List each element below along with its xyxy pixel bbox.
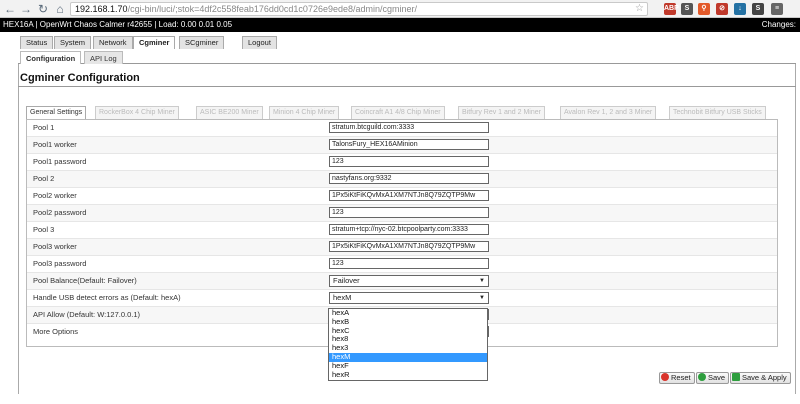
form-row-usb-errors: Handle USB detect errors as (Default: he… [27, 290, 777, 307]
section-tab-technobit[interactable]: Technobit Bitfury USB Sticks [669, 106, 766, 119]
dropdown-option[interactable]: hexB [329, 317, 487, 327]
menu-tab-status[interactable]: Status [20, 36, 54, 49]
api-allow-label: API Allow (Default: W:127.0.0.1) [33, 310, 140, 319]
pool3-worker-input[interactable]: 1Px5iKtFiKQvMxA1XM7NTJn8Q79ZQTP9Mw [329, 241, 489, 252]
dropdown-option-selected[interactable]: hexM [329, 352, 487, 362]
save-apply-label: Save & Apply [742, 373, 787, 382]
form-row-pool3: Pool 3 stratum+tcp://nyc-02.btcpoolparty… [27, 222, 777, 239]
dropdown-option[interactable]: hexF [329, 361, 487, 371]
section-tab-avalon[interactable]: Avalon Rev 1, 2 and 3 Miner [560, 106, 657, 119]
section-tab-bitfury[interactable]: Bitfury Rev 1 and 2 Miner [458, 106, 545, 119]
page-title: Cgminer Configuration [20, 72, 140, 84]
section-tab-minion[interactable]: Minion 4 Chip Miner [269, 106, 340, 119]
save-icon [698, 373, 706, 381]
search-extension-icon[interactable]: ⚲ [698, 3, 710, 15]
usb-errors-dropdown-list: hexA hexB hexC hex8 hex3 hexM hexF hexR [328, 308, 488, 381]
dropdown-option[interactable]: hex3 [329, 343, 487, 353]
pool1-password-label: Pool1 password [33, 157, 87, 166]
pool1-input[interactable]: stratum.btcguild.com:3333 [329, 122, 489, 133]
browser-toolbar: ← → ↻ ⌂ 192.168.1.70/cgi-bin/luci/;stok=… [0, 0, 800, 18]
pool2-label: Pool 2 [33, 174, 55, 183]
sub-menu: Configuration API Log [18, 51, 796, 64]
header-title: HEX16A | OpenWrt Chaos Calmer r42655 | L… [3, 20, 233, 29]
pool3-password-label: Pool3 password [33, 259, 87, 268]
pool3-worker-label: Pool3 worker [33, 242, 77, 251]
menu-tab-system[interactable]: System [54, 36, 92, 49]
reset-button[interactable]: Reset [659, 372, 695, 384]
back-arrow-icon[interactable]: ← [3, 2, 17, 16]
pool-balance-select[interactable]: Failover ▼ [329, 275, 489, 287]
menu-tab-logout[interactable]: Logout [242, 36, 277, 49]
select-arrow-icon: ▼ [479, 278, 485, 284]
usb-errors-value: hexM [333, 293, 352, 302]
stop-extension-icon[interactable]: ⊘ [716, 3, 728, 15]
home-icon[interactable]: ⌂ [53, 2, 67, 16]
pool2-input[interactable]: nastyfans.org:9332 [329, 173, 489, 184]
reset-label: Reset [671, 373, 691, 382]
bookmark-star-icon[interactable]: ☆ [635, 3, 644, 15]
dropdown-option[interactable]: hexR [329, 370, 487, 380]
menu-tab-cgminer[interactable]: Cgminer [133, 36, 176, 49]
pool2-worker-input[interactable]: 1Px5iKtFiKQvMxA1XM7NTJn8Q79ZQTP9Mw [329, 190, 489, 201]
tab-configuration[interactable]: Configuration [20, 51, 82, 64]
section-tab-general-settings[interactable]: General Settings [26, 106, 87, 119]
form-row-pool2: Pool 2 nastyfans.org:9332 [27, 171, 777, 188]
usb-errors-label: Handle USB detect errors as (Default: he… [33, 293, 181, 302]
pool3-label: Pool 3 [33, 225, 55, 234]
pool1-password-input[interactable]: 123 [329, 156, 489, 167]
more-options-label: More Options [33, 327, 79, 336]
s-extension-icon[interactable]: S [681, 3, 693, 15]
form-row-pool2-password: Pool2 password 123 [27, 205, 777, 222]
s2-extension-icon[interactable]: S [752, 3, 764, 15]
save-apply-icon [732, 373, 740, 381]
usb-errors-select[interactable]: hexM ▼ [329, 292, 489, 304]
section-tab-asic-be200[interactable]: ASIC BE200 Miner [196, 106, 263, 119]
reset-icon [661, 373, 669, 381]
save-button[interactable]: Save [696, 372, 730, 384]
reload-icon[interactable]: ↻ [36, 2, 50, 16]
pool1-label: Pool 1 [33, 123, 55, 132]
section-tab-rockerbox[interactable]: RockerBox 4 Chip Miner [95, 106, 179, 119]
url-host: 192.168.1.70 [75, 4, 128, 14]
pool-balance-value: Failover [333, 276, 360, 285]
select-arrow-icon: ▼ [479, 295, 485, 301]
menu-tab-network[interactable]: Network [93, 36, 133, 49]
form-row-pool1-worker: Pool1 worker TalonsFury_HEX16AMinion [27, 137, 777, 154]
menu-icon[interactable]: ≡ [771, 3, 783, 15]
download-extension-icon[interactable]: ↓ [734, 3, 746, 15]
dropdown-option[interactable]: hex8 [329, 335, 487, 344]
title-divider [18, 86, 796, 87]
main-menu: Status System Network Cgminer SCgminer L… [0, 32, 800, 50]
forward-arrow-icon[interactable]: → [19, 2, 33, 16]
form-row-pool3-worker: Pool3 worker 1Px5iKtFiKQvMxA1XM7NTJn8Q79… [27, 239, 777, 256]
section-tabs: General Settings RockerBox 4 Chip Miner … [26, 106, 778, 120]
form-row-pool3-password: Pool3 password 123 [27, 256, 777, 273]
pool3-input[interactable]: stratum+tcp://nyc-02.btcpoolparty.com:33… [329, 224, 489, 235]
adblock-icon[interactable]: ABP [664, 3, 679, 15]
pool3-password-input[interactable]: 123 [329, 258, 489, 269]
pool1-worker-label: Pool1 worker [33, 140, 77, 149]
dropdown-option[interactable]: hexA [329, 308, 487, 318]
address-bar[interactable]: 192.168.1.70/cgi-bin/luci/;stok=4df2c558… [70, 2, 648, 16]
form-row-pool1: Pool 1 stratum.btcguild.com:3333 [27, 120, 777, 137]
save-apply-button[interactable]: Save & Apply [730, 372, 791, 384]
save-label: Save [708, 373, 726, 382]
section-tab-coincraft[interactable]: Coincraft A1 4/8 Chip Miner [351, 106, 445, 119]
pool1-worker-input[interactable]: TalonsFury_HEX16AMinion [329, 139, 489, 150]
tab-api-log[interactable]: API Log [84, 51, 123, 64]
pool2-password-label: Pool2 password [33, 208, 87, 217]
pool2-password-input[interactable]: 123 [329, 207, 489, 218]
form-row-pool2-worker: Pool2 worker 1Px5iKtFiKQvMxA1XM7NTJn8Q79… [27, 188, 777, 205]
pool-balance-label: Pool Balance(Default: Failover) [33, 276, 137, 285]
form-row-pool1-password: Pool1 password 123 [27, 154, 777, 171]
changes-link[interactable]: Changes: [762, 18, 796, 32]
menu-tab-scgminer[interactable]: SCgminer [179, 36, 225, 49]
router-header: HEX16A | OpenWrt Chaos Calmer r42655 | L… [0, 18, 800, 32]
pool2-worker-label: Pool2 worker [33, 191, 77, 200]
dropdown-option[interactable]: hexC [329, 326, 487, 336]
url-path: /cgi-bin/luci/;stok=4df2c558feab176dd0cd… [127, 4, 418, 14]
form-row-pool-balance: Pool Balance(Default: Failover) Failover… [27, 273, 777, 290]
